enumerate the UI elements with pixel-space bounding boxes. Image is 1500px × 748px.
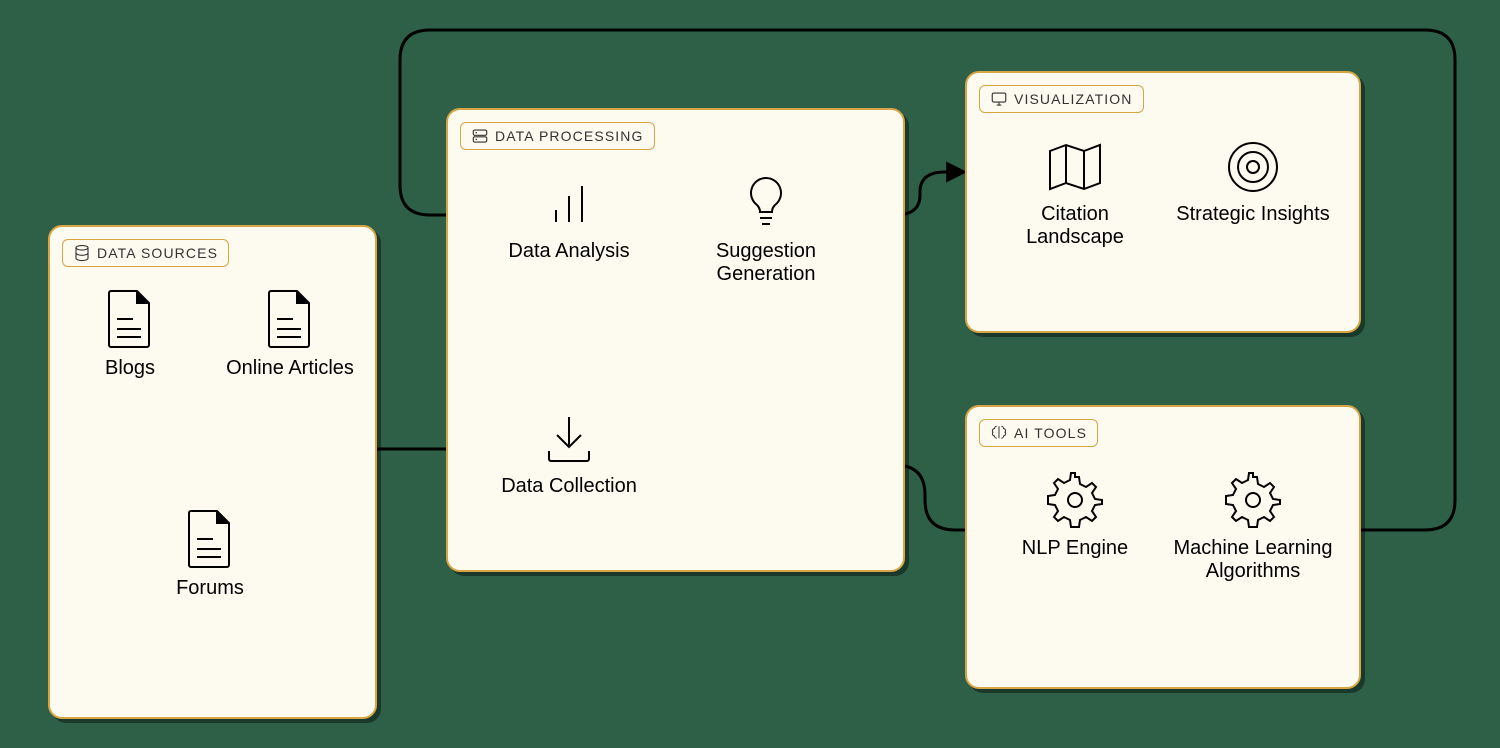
node-citation-landscape: Citation Landscape [995, 133, 1155, 249]
node-strategic-insights: Strategic Insights [1173, 133, 1333, 226]
node-suggestion-generation: Suggestion Generation [686, 170, 846, 286]
group-ai-tools: AI TOOLS NLP Engine Machine Learning Alg… [965, 405, 1361, 689]
badge-label: VISUALIZATION [1014, 91, 1133, 107]
node-online-articles: Online Articles [215, 287, 365, 380]
database-icon [73, 244, 91, 262]
node-ml-algorithms: Machine Learning Algorithms [1173, 467, 1333, 583]
target-icon [1225, 139, 1281, 195]
lightbulb-icon [741, 174, 791, 232]
node-label: Machine Learning Algorithms [1173, 537, 1333, 583]
node-label: Forums [135, 577, 285, 600]
node-label: Citation Landscape [995, 203, 1155, 249]
node-label: NLP Engine [995, 537, 1155, 560]
node-label: Suggestion Generation [686, 240, 846, 286]
brain-icon [990, 424, 1008, 442]
server-icon [471, 127, 489, 145]
node-nlp-engine: NLP Engine [995, 467, 1155, 560]
badge-visualization: VISUALIZATION [979, 85, 1144, 113]
badge-ai-tools: AI TOOLS [979, 419, 1098, 447]
node-data-collection: Data Collection [494, 405, 644, 498]
node-label: Strategic Insights [1173, 203, 1333, 226]
bar-chart-icon [542, 178, 596, 232]
badge-data-sources: DATA SOURCES [62, 239, 229, 267]
node-label: Data Collection [494, 475, 644, 498]
node-blogs: Blogs [55, 287, 205, 380]
group-data-processing: DATA PROCESSING Data Analysis Suggestion… [446, 108, 905, 572]
badge-label: DATA PROCESSING [495, 128, 644, 144]
node-data-analysis: Data Analysis [494, 170, 644, 263]
gear-icon [1046, 471, 1104, 529]
badge-label: DATA SOURCES [97, 245, 218, 261]
node-forums: Forums [135, 507, 285, 600]
gear-icon [1224, 471, 1282, 529]
document-icon [263, 289, 317, 349]
badge-data-processing: DATA PROCESSING [460, 122, 655, 150]
node-label: Online Articles [215, 357, 365, 380]
download-icon [541, 411, 597, 467]
badge-label: AI TOOLS [1014, 425, 1087, 441]
document-icon [103, 289, 157, 349]
group-data-sources: DATA SOURCES Blogs Online Articles Forum… [48, 225, 377, 719]
map-icon [1044, 139, 1106, 195]
document-icon [183, 509, 237, 569]
monitor-icon [990, 90, 1008, 108]
group-visualization: VISUALIZATION Citation Landscape Strateg… [965, 71, 1361, 333]
node-label: Blogs [55, 357, 205, 380]
node-label: Data Analysis [494, 240, 644, 263]
